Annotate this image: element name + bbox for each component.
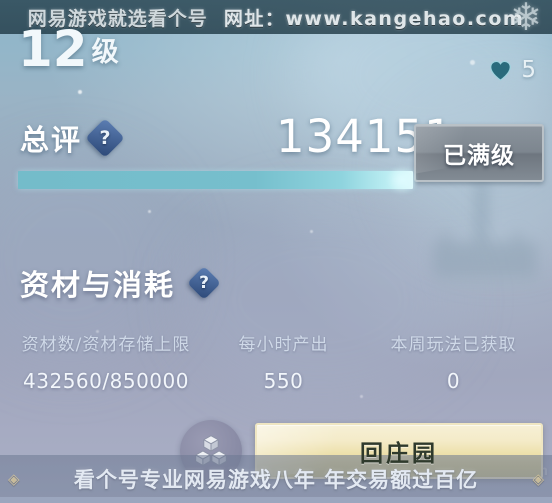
snowflake-icon: ❄ xyxy=(510,0,542,34)
value-hourly: 550 xyxy=(263,369,304,393)
score-label: 总评 xyxy=(20,123,83,157)
bottom-watermark-banner: ◈ 看个号专业网易游戏八年 年交易额过百亿 ◈ xyxy=(0,455,552,503)
table-header-row: 资材数/资材存储上限 每小时产出 本周玩法已获取 xyxy=(0,326,552,361)
table-row: 432560/850000 550 0 xyxy=(0,361,552,399)
score-progress-fill xyxy=(18,171,413,189)
player-level: 12 级 xyxy=(18,20,119,78)
blurred-scenery xyxy=(425,180,552,320)
question-mark-icon[interactable]: ? xyxy=(187,266,221,300)
value-storage: 432560/850000 xyxy=(23,369,189,393)
column-header-storage: 资材数/资材存储上限 xyxy=(21,335,191,355)
watermark-url-text: 网址：www.kangehao.com xyxy=(223,7,525,30)
heart-count: 5 xyxy=(521,57,536,83)
score-progress-bar xyxy=(18,171,413,189)
question-mark-icon[interactable]: ? xyxy=(85,118,125,158)
level-unit-label: 级 xyxy=(91,37,119,68)
column-header-hourly: 每小时产出 xyxy=(238,335,329,355)
max-level-button-label: 已满级 xyxy=(443,143,515,169)
column-header-weekly: 本周玩法已获取 xyxy=(390,335,517,355)
resources-table: 资材数/资材存储上限 每小时产出 本周玩法已获取 432560/850000 5… xyxy=(0,326,552,399)
heart-counter: 5 xyxy=(489,57,536,83)
bottom-strip xyxy=(0,497,552,503)
heart-icon xyxy=(489,60,512,81)
return-button-label: 回庄园 xyxy=(360,441,438,467)
ornament-left-icon: ◈ xyxy=(8,470,20,488)
score-label-group: 总评 ? xyxy=(20,117,125,159)
max-level-button[interactable]: 已满级 xyxy=(414,124,544,182)
level-number: 12 xyxy=(18,20,88,78)
bottom-watermark-text: 看个号专业网易游戏八年 年交易额过百亿 xyxy=(73,468,479,492)
resources-section-header: 资材与消耗 ? xyxy=(20,262,221,304)
ornament-right-icon: ◈ xyxy=(532,470,544,488)
game-stats-screen: 网易游戏就选看个号 网址：www.kangehao.com ❄ 12 级 5 总… xyxy=(0,0,552,503)
resources-section-title: 资材与消耗 xyxy=(20,268,176,302)
value-weekly: 0 xyxy=(446,369,461,393)
